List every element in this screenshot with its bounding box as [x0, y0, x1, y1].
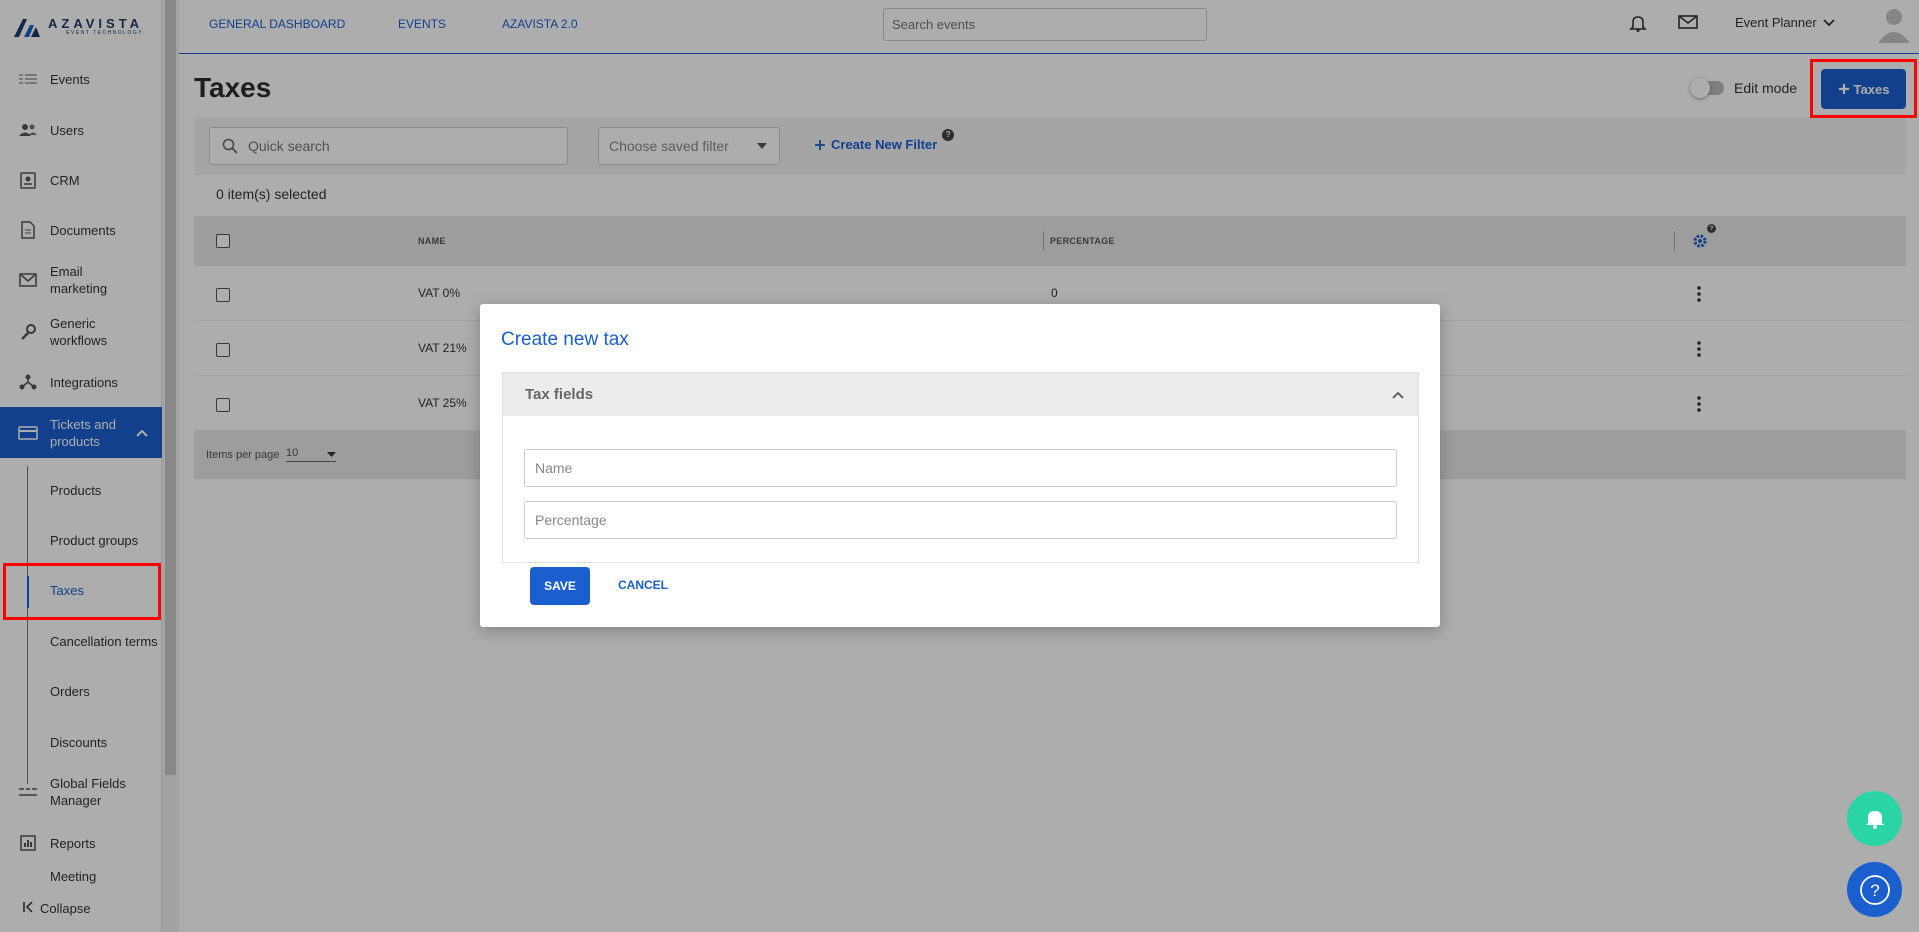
notifications-fab[interactable] [1847, 791, 1902, 846]
tax-fields-panel: Tax fields [502, 372, 1419, 563]
save-button[interactable]: SAVE [530, 567, 590, 605]
modal-title: Create new tax [501, 329, 629, 350]
chevron-up-icon [1392, 391, 1404, 399]
help-circle-icon: ? [1859, 874, 1890, 905]
name-field[interactable] [524, 449, 1397, 487]
percentage-field[interactable] [524, 501, 1397, 539]
highlight-add-tax-button [1810, 59, 1917, 118]
highlight-taxes-nav-item [3, 563, 161, 620]
help-fab[interactable]: ? [1847, 862, 1902, 917]
cancel-button[interactable]: CANCEL [618, 578, 668, 592]
create-tax-modal: Create new tax Tax fields SAVE CANCEL [480, 304, 1440, 627]
tax-fields-panel-header[interactable]: Tax fields [503, 373, 1418, 416]
svg-text:?: ? [1870, 881, 1879, 900]
bell-icon [1865, 810, 1884, 829]
